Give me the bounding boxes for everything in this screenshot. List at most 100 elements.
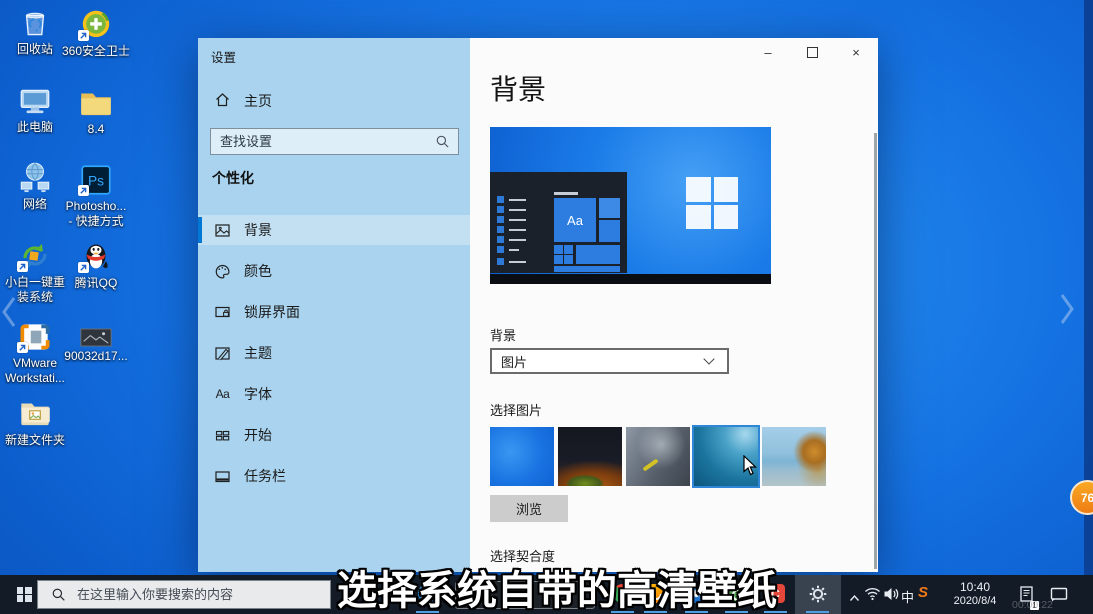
taskbar-icon <box>214 468 231 485</box>
svg-text:Ps: Ps <box>88 173 104 188</box>
lock-screen-icon <box>214 304 231 321</box>
settings-search-input[interactable] <box>211 134 435 149</box>
thumbnail-beach-rocks[interactable] <box>762 427 826 486</box>
maximize-icon <box>807 47 818 58</box>
start-button[interactable] <box>8 575 40 614</box>
desktop-icon-label: 新建文件夹 <box>5 433 65 448</box>
background-label: 背景 <box>490 325 516 344</box>
sidebar-item-label: 颜色 <box>244 261 272 281</box>
desktop: 回收站 360安全卫士 此电脑 8.4 网络 Ps Photosho... - … <box>0 0 1093 614</box>
settings-window: 设置 主页 个性化 背景 颜色 锁屏界面 <box>198 38 878 572</box>
progress-badge[interactable]: 76 <box>1070 480 1093 515</box>
sogou-input-icon[interactable]: S <box>918 584 928 601</box>
preview-aa-tile: Aa <box>554 198 596 242</box>
tray-chevron-up-icon[interactable] <box>849 589 860 607</box>
desktop-icon-label: VMware Workstati... <box>5 356 65 386</box>
shortcut-arrow-icon <box>78 30 89 41</box>
sidebar-item-label: 锁屏界面 <box>244 302 300 322</box>
minimize-button[interactable]: – <box>746 38 790 67</box>
settings-search-box[interactable] <box>210 128 459 155</box>
desktop-icon-label: 网络 <box>23 197 47 212</box>
sidebar-item-colors[interactable]: 颜色 <box>198 256 470 286</box>
sidebar-item-label: 开始 <box>244 425 272 445</box>
theme-brush-icon <box>214 345 231 362</box>
home-label: 主页 <box>244 91 272 111</box>
sidebar-item-label: 背景 <box>244 220 272 240</box>
clock-time: 10:40 <box>946 580 1004 594</box>
folder-icon <box>77 86 115 120</box>
desktop-icon-label: 90032d17... <box>64 349 127 364</box>
desktop-icon-tencent-qq[interactable]: 腾讯QQ <box>60 240 132 291</box>
shortcut-arrow-icon <box>17 261 28 272</box>
desktop-icon-recycle-bin[interactable]: 回收站 <box>4 6 66 57</box>
browse-button[interactable]: 浏览 <box>490 495 568 522</box>
shortcut-arrow-icon <box>17 342 28 353</box>
ime-indicator[interactable]: 中 <box>901 587 914 606</box>
desktop-icon-label: 回收站 <box>17 42 53 57</box>
video-subtitle: 选择系统自带的高清壁纸 <box>337 558 777 614</box>
desktop-icon-vmware[interactable]: VMware Workstati... <box>4 320 66 386</box>
recycle-bin-icon <box>16 6 54 40</box>
desktop-icon-label: 此电脑 <box>17 120 53 135</box>
taskbar-search-input[interactable] <box>75 586 330 603</box>
page-title: 背景 <box>490 68 546 108</box>
desktop-icon-label: 腾讯QQ <box>75 276 118 291</box>
search-icon <box>51 587 66 602</box>
thumbnail-dark-abstract[interactable] <box>626 427 690 486</box>
screen-edge-strip <box>1084 0 1093 614</box>
dropdown-value: 图片 <box>492 352 705 371</box>
sidebar-item-themes[interactable]: 主题 <box>198 338 470 368</box>
window-controls: – × <box>746 38 878 67</box>
wifi-icon[interactable] <box>864 586 881 606</box>
image-icon <box>214 222 231 239</box>
sidebar-item-fonts[interactable]: Aa 字体 <box>198 379 470 409</box>
shortcut-arrow-icon <box>78 185 89 196</box>
running-indicator <box>806 611 829 614</box>
windows-logo-icon <box>686 177 738 229</box>
desktop-icon-new-folder[interactable]: 新建文件夹 <box>4 397 66 448</box>
font-aa-icon: Aa <box>214 386 231 403</box>
desktop-icon-360-safe[interactable]: 360安全卫士 <box>60 8 132 59</box>
sidebar-item-taskbar[interactable]: 任务栏 <box>198 461 470 491</box>
preview-taskbar <box>490 274 771 284</box>
thumbnail-underwater-selected[interactable] <box>694 427 758 486</box>
next-arrow-icon[interactable] <box>1058 292 1076 326</box>
background-preview: Aa <box>490 127 771 284</box>
settings-sidebar: 设置 主页 个性化 背景 颜色 锁屏界面 <box>198 38 470 572</box>
shortcut-arrow-icon <box>78 262 89 273</box>
thumbnail-windows-default[interactable] <box>490 427 554 486</box>
sidebar-item-lock-screen[interactable]: 锁屏界面 <box>198 297 470 327</box>
taskbar-clock[interactable]: 10:40 2020/8/4 <box>946 580 1004 608</box>
settings-gear-icon[interactable] <box>808 584 827 603</box>
prev-arrow-icon[interactable] <box>0 295 18 329</box>
desktop-icon-folder-84[interactable]: 8.4 <box>60 86 132 137</box>
start-tiles-icon <box>214 427 231 444</box>
volume-icon[interactable] <box>883 587 899 606</box>
desktop-icon-network[interactable]: 网络 <box>4 161 66 212</box>
chevron-down-icon <box>703 353 714 364</box>
windows-start-icon <box>17 587 32 602</box>
sidebar-item-label: 字体 <box>244 384 272 404</box>
sidebar-item-label: 主题 <box>244 343 272 363</box>
folder-with-image-icon <box>16 397 54 431</box>
desktop-icon-image-file[interactable]: 90032d17... <box>60 328 132 364</box>
network-globe-icon <box>16 161 54 195</box>
palette-icon <box>214 263 231 280</box>
sidebar-item-start[interactable]: 开始 <box>198 420 470 450</box>
close-button[interactable]: × <box>834 38 878 67</box>
desktop-icon-photoshop[interactable]: Ps Photosho... - 快捷方式 <box>60 163 132 229</box>
thumbnail-night-camping[interactable] <box>558 427 622 486</box>
monitor-icon <box>16 84 54 118</box>
search-icon <box>435 134 450 149</box>
taskbar-search-box[interactable] <box>37 580 331 609</box>
sidebar-item-home[interactable]: 主页 <box>214 91 272 111</box>
picture-thumbnails <box>490 427 826 486</box>
sidebar-item-background[interactable]: 背景 <box>198 215 470 245</box>
desktop-icon-label: 360安全卫士 <box>62 44 130 59</box>
image-thumbnail-icon <box>79 328 113 347</box>
settings-main-pane: – × 背景 Aa <box>470 38 878 572</box>
maximize-button[interactable] <box>790 38 834 67</box>
background-type-dropdown[interactable]: 图片 <box>490 348 729 374</box>
window-scrollbar[interactable] <box>874 133 877 569</box>
desktop-icon-this-pc[interactable]: 此电脑 <box>4 84 66 135</box>
